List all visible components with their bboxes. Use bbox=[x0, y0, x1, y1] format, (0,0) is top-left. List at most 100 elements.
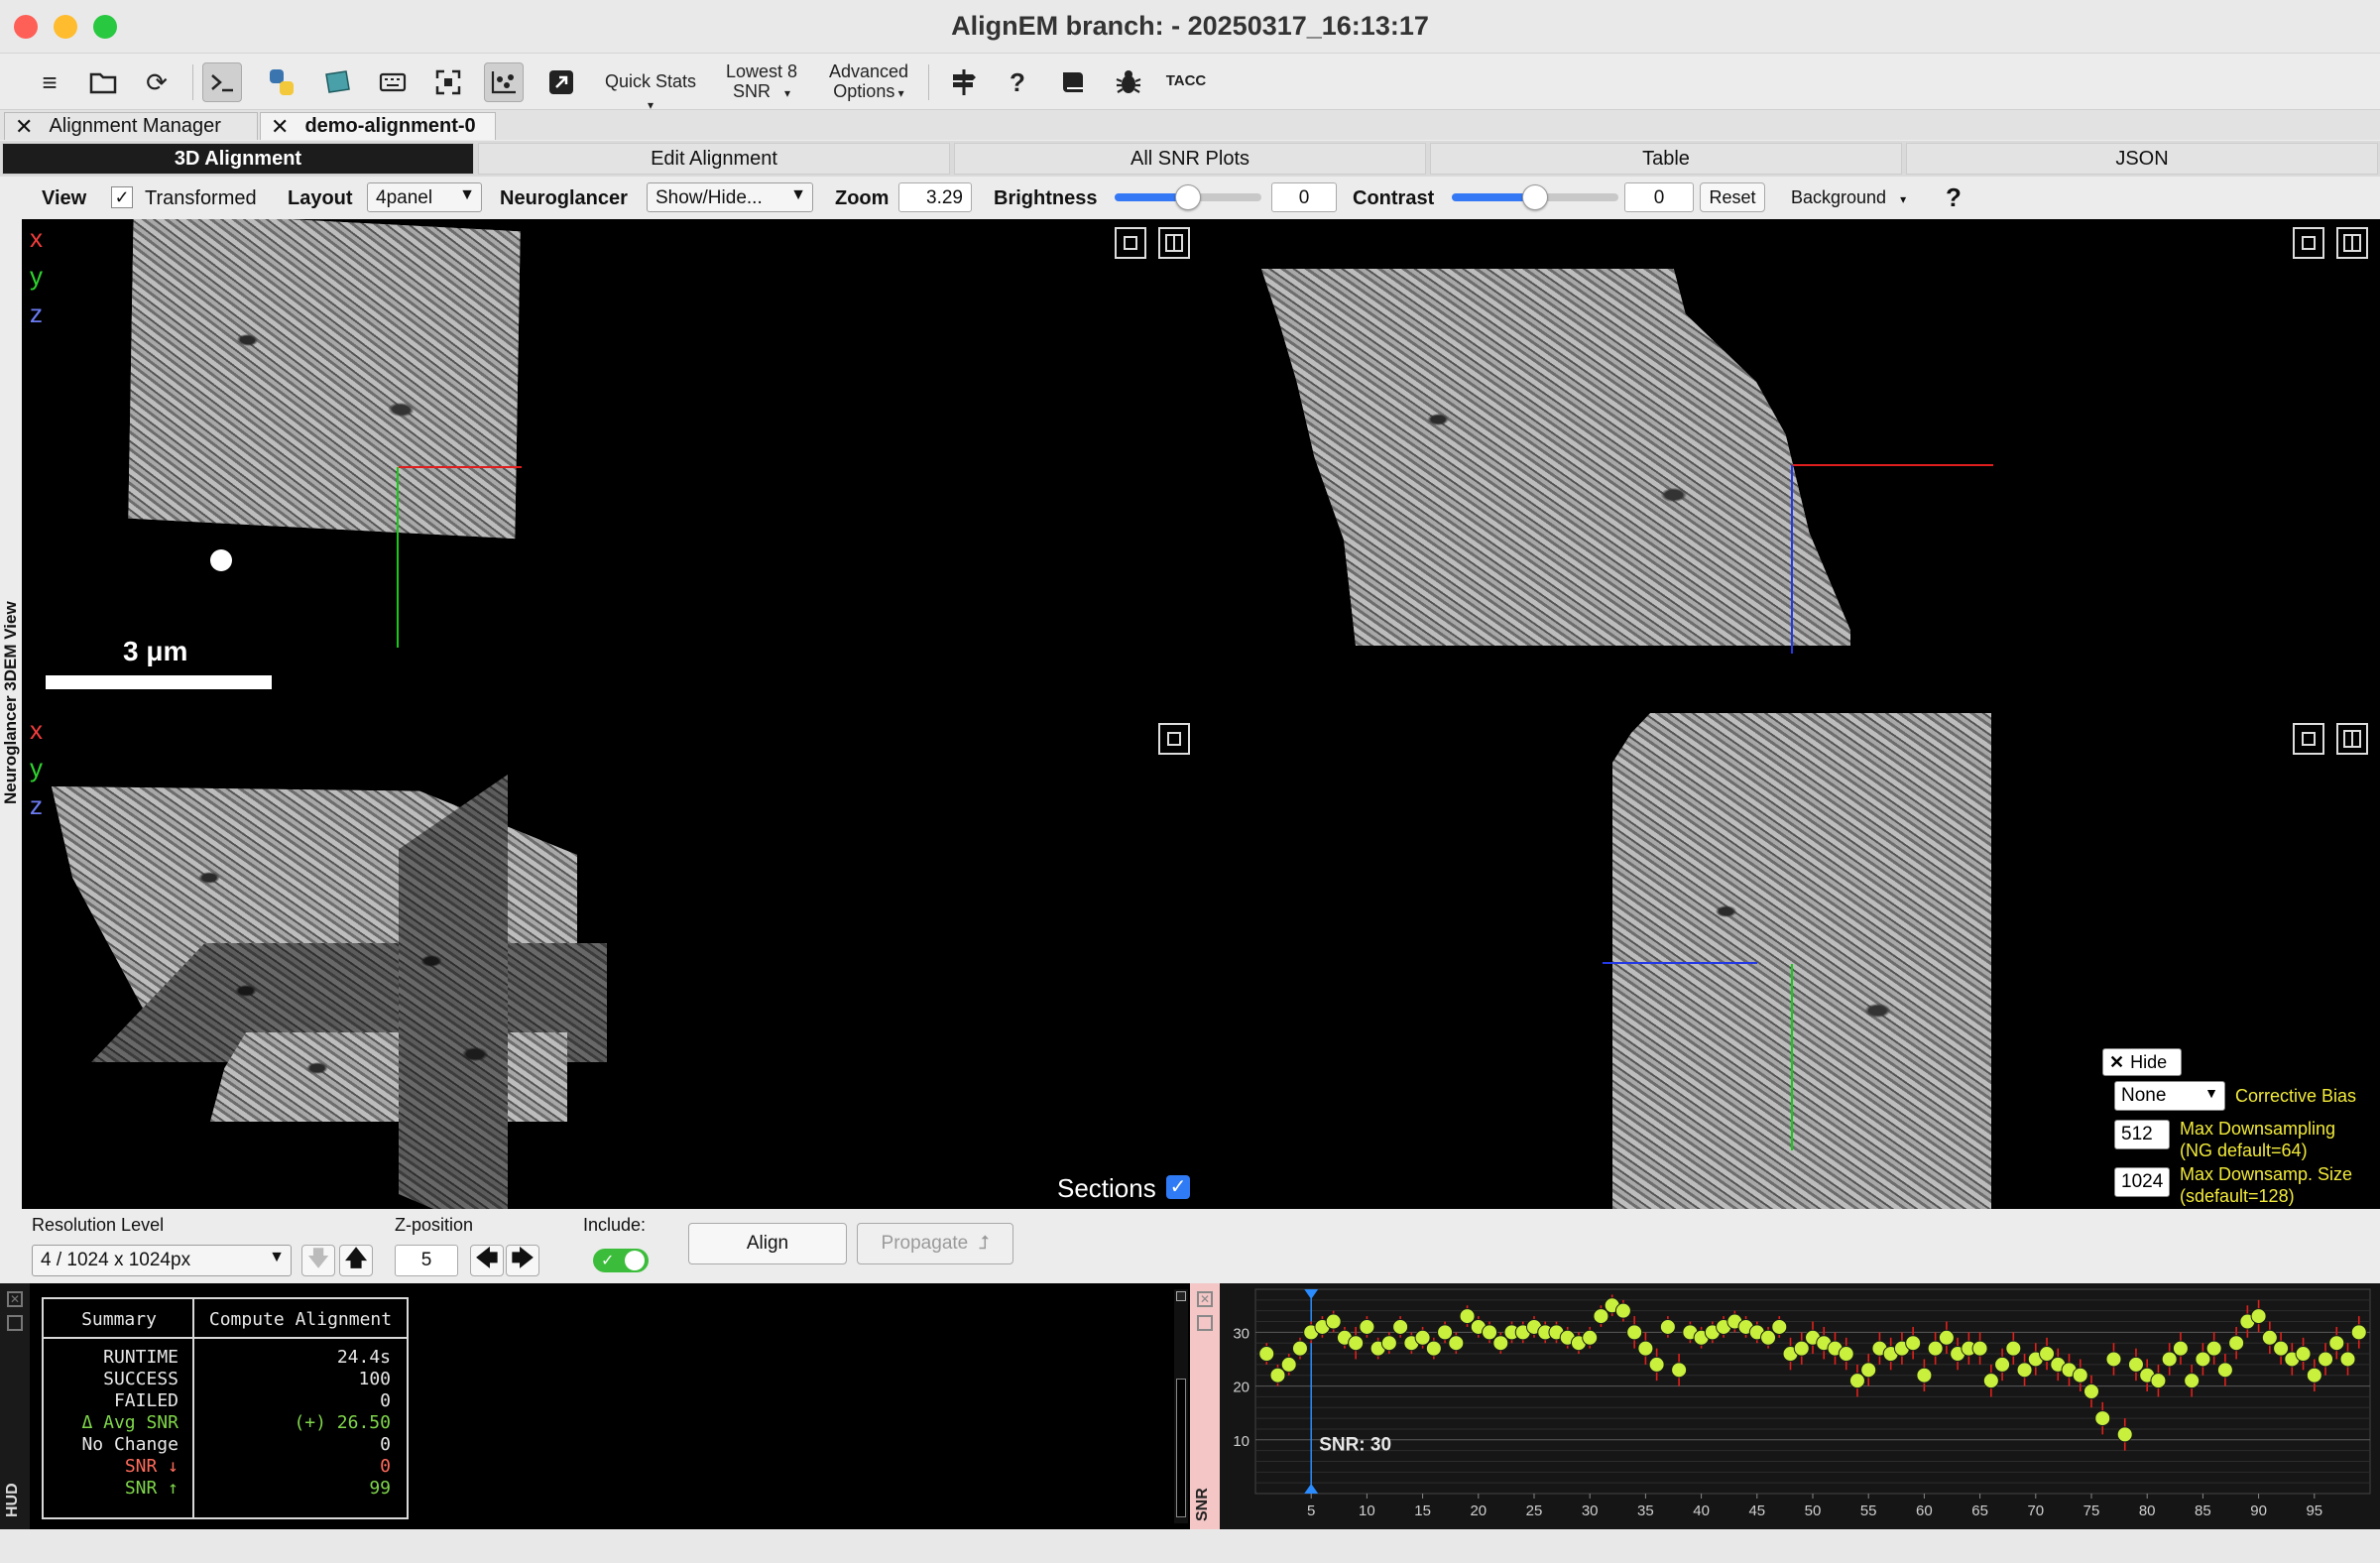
layout-select[interactable]: 4panel ▼ bbox=[367, 182, 482, 212]
book-icon[interactable] bbox=[1053, 62, 1093, 102]
advanced-options-menu[interactable]: Advanced Options ▾ bbox=[819, 61, 918, 103]
arrow-up-icon[interactable]: 🡅 bbox=[339, 1245, 373, 1276]
snr-point bbox=[2306, 1367, 2322, 1383]
em-slice-xy[interactable] bbox=[128, 219, 521, 540]
tacc-icon[interactable]: TACC bbox=[1162, 71, 1210, 91]
hud-scrollbar[interactable] bbox=[1174, 1289, 1188, 1523]
snr-point bbox=[2172, 1340, 2189, 1357]
split-panel-icon[interactable] bbox=[2336, 723, 2368, 755]
neuroglancer-select[interactable]: Show/Hide... ▼ bbox=[647, 182, 813, 212]
contrast-slider-handle[interactable] bbox=[1522, 184, 1548, 210]
folder-icon[interactable] bbox=[83, 62, 123, 102]
snr-point bbox=[1258, 1346, 1275, 1363]
close-icon[interactable]: ✕ bbox=[7, 1291, 23, 1307]
em-slab-front[interactable] bbox=[210, 1032, 567, 1122]
tab-3d-alignment[interactable]: 3D Alignment bbox=[2, 143, 474, 175]
hud-scroll-thumb[interactable] bbox=[1176, 1379, 1186, 1517]
x-tick-label: 30 bbox=[1582, 1503, 1599, 1519]
hud-side-strip: ✕ HUD bbox=[0, 1283, 30, 1529]
em-slice-yz[interactable] bbox=[1612, 713, 1991, 1209]
tab-json[interactable]: JSON bbox=[1906, 143, 2378, 175]
snr-point bbox=[2328, 1335, 2345, 1352]
background-menu[interactable]: Background ▾ bbox=[1791, 187, 1906, 208]
scatter-icon[interactable] bbox=[484, 62, 524, 102]
fullscreen-icon[interactable] bbox=[428, 62, 468, 102]
brightness-input[interactable]: 0 bbox=[1271, 182, 1337, 212]
em-slab-vertical[interactable] bbox=[399, 775, 508, 1209]
notebook-icon[interactable] bbox=[317, 62, 357, 102]
float-icon[interactable] bbox=[7, 1315, 23, 1331]
axis-z-label: z bbox=[30, 790, 43, 820]
menu-icon[interactable]: ≡ bbox=[30, 62, 69, 102]
max-downsamp-size-label: Max Downsamp. Size (sdefault=128) bbox=[2180, 1163, 2352, 1207]
snr-point bbox=[1291, 1340, 1308, 1357]
maximize-panel-icon[interactable] bbox=[1158, 723, 1190, 755]
em-slice-xz[interactable] bbox=[1261, 269, 1850, 646]
doc-tab-demo-alignment[interactable]: ✕ demo-alignment-0 bbox=[260, 112, 496, 140]
snr-point bbox=[1793, 1340, 1810, 1357]
resolution-label: Resolution Level bbox=[32, 1215, 165, 1235]
neuroglancer-viewer[interactable]: x y z 3 μm x y z Sections ✓ ✕ Hide None ▼ … bbox=[22, 219, 2380, 1209]
cursor-marker bbox=[210, 549, 232, 571]
align-button[interactable]: Align bbox=[688, 1223, 847, 1264]
signpost-icon[interactable] bbox=[944, 62, 984, 102]
float-icon[interactable] bbox=[1197, 1315, 1213, 1331]
snr-side-label: SNR bbox=[1194, 1488, 1211, 1521]
include-toggle[interactable]: ✓ bbox=[593, 1249, 649, 1272]
lowest-snr-menu[interactable]: Lowest 8 SNR ▾ bbox=[712, 61, 811, 103]
maximize-panel-icon[interactable] bbox=[2293, 723, 2324, 755]
max-downsamp-size-input[interactable]: 1024 bbox=[2114, 1167, 2170, 1197]
resolution-select[interactable]: 4 / 1024 x 1024px ▼ bbox=[32, 1245, 292, 1276]
contrast-input[interactable]: 0 bbox=[1624, 182, 1694, 212]
maximize-panel-icon[interactable] bbox=[1115, 227, 1146, 259]
arrow-left-icon[interactable]: 🡄 bbox=[470, 1245, 504, 1276]
brightness-slider-handle[interactable] bbox=[1175, 184, 1201, 210]
doc-tab-alignment-manager[interactable]: ✕ Alignment Manager bbox=[4, 112, 258, 140]
tab-all-snr-plots[interactable]: All SNR Plots bbox=[954, 143, 1426, 175]
arrow-down-icon[interactable]: 🡇 bbox=[301, 1245, 335, 1276]
zpos-input[interactable]: 5 bbox=[395, 1245, 458, 1276]
y-axis-line bbox=[397, 467, 399, 648]
snr-point bbox=[2161, 1351, 2178, 1368]
bug-icon[interactable] bbox=[1109, 62, 1148, 102]
hud-row-key: RUNTIME bbox=[103, 1347, 178, 1368]
quick-stats-menu[interactable]: Quick Stats ▾ bbox=[603, 71, 698, 115]
reset-button[interactable]: Reset bbox=[1700, 182, 1765, 212]
snr-point bbox=[1626, 1324, 1643, 1341]
max-downsampling-input[interactable]: 512 bbox=[2114, 1120, 2170, 1149]
view-controls: View ✓ Transformed Layout 4panel ▼ Neurog… bbox=[0, 177, 2380, 218]
hud-row-key: SNR ↑ bbox=[124, 1478, 178, 1499]
terminal-icon[interactable] bbox=[202, 62, 242, 102]
snr-point bbox=[2195, 1351, 2211, 1368]
corrective-bias-select[interactable]: None ▼ bbox=[2114, 1081, 2225, 1111]
arrow-right-icon[interactable]: 🡆 bbox=[506, 1245, 539, 1276]
zoom-input[interactable]: 3.29 bbox=[898, 182, 972, 212]
hide-button[interactable]: ✕ Hide bbox=[2102, 1048, 2182, 1076]
close-icon[interactable]: ✕ bbox=[15, 114, 33, 140]
transformed-checkbox[interactable]: ✓ bbox=[111, 186, 133, 208]
python-icon[interactable] bbox=[262, 62, 301, 102]
axis-z-label: z bbox=[30, 299, 43, 328]
tab-table[interactable]: Table bbox=[1430, 143, 1902, 175]
keyboard-icon[interactable] bbox=[373, 62, 413, 102]
maximize-panel-icon[interactable] bbox=[2293, 227, 2324, 259]
help-icon[interactable]: ? bbox=[998, 62, 1037, 102]
close-icon[interactable]: ✕ bbox=[1197, 1291, 1213, 1307]
hud-table: Summary Compute Alignment RUNTIME 24.4s SU… bbox=[42, 1297, 409, 1519]
close-icon[interactable]: ✕ bbox=[271, 114, 289, 140]
sections-checkbox[interactable]: ✓ bbox=[1166, 1175, 1190, 1199]
hud-row-value: 0 bbox=[380, 1434, 391, 1455]
propagate-button[interactable]: Propagate ⮥ bbox=[857, 1223, 1013, 1264]
tab-edit-alignment[interactable]: Edit Alignment bbox=[478, 143, 950, 175]
zpos-label: Z-position bbox=[395, 1215, 474, 1235]
help-icon[interactable]: ? bbox=[1946, 182, 1962, 213]
hud-row-value: (+) 26.50 bbox=[294, 1412, 391, 1433]
split-panel-icon[interactable] bbox=[2336, 227, 2368, 259]
window-title: AlignEM branch: - 20250317_16:13:17 bbox=[951, 11, 1429, 41]
external-icon[interactable] bbox=[541, 62, 581, 102]
split-panel-icon[interactable] bbox=[1158, 227, 1190, 259]
refresh-icon[interactable]: ⟳ bbox=[137, 62, 177, 102]
x-tick-label: 80 bbox=[2139, 1503, 2156, 1519]
snr-chart[interactable]: 10 20 30 5 10 15 20 25 30 35 40 45 50 55 60 65 70 75 80 85 9… bbox=[1220, 1283, 2380, 1529]
chevron-down-icon: ▼ bbox=[269, 1249, 285, 1265]
